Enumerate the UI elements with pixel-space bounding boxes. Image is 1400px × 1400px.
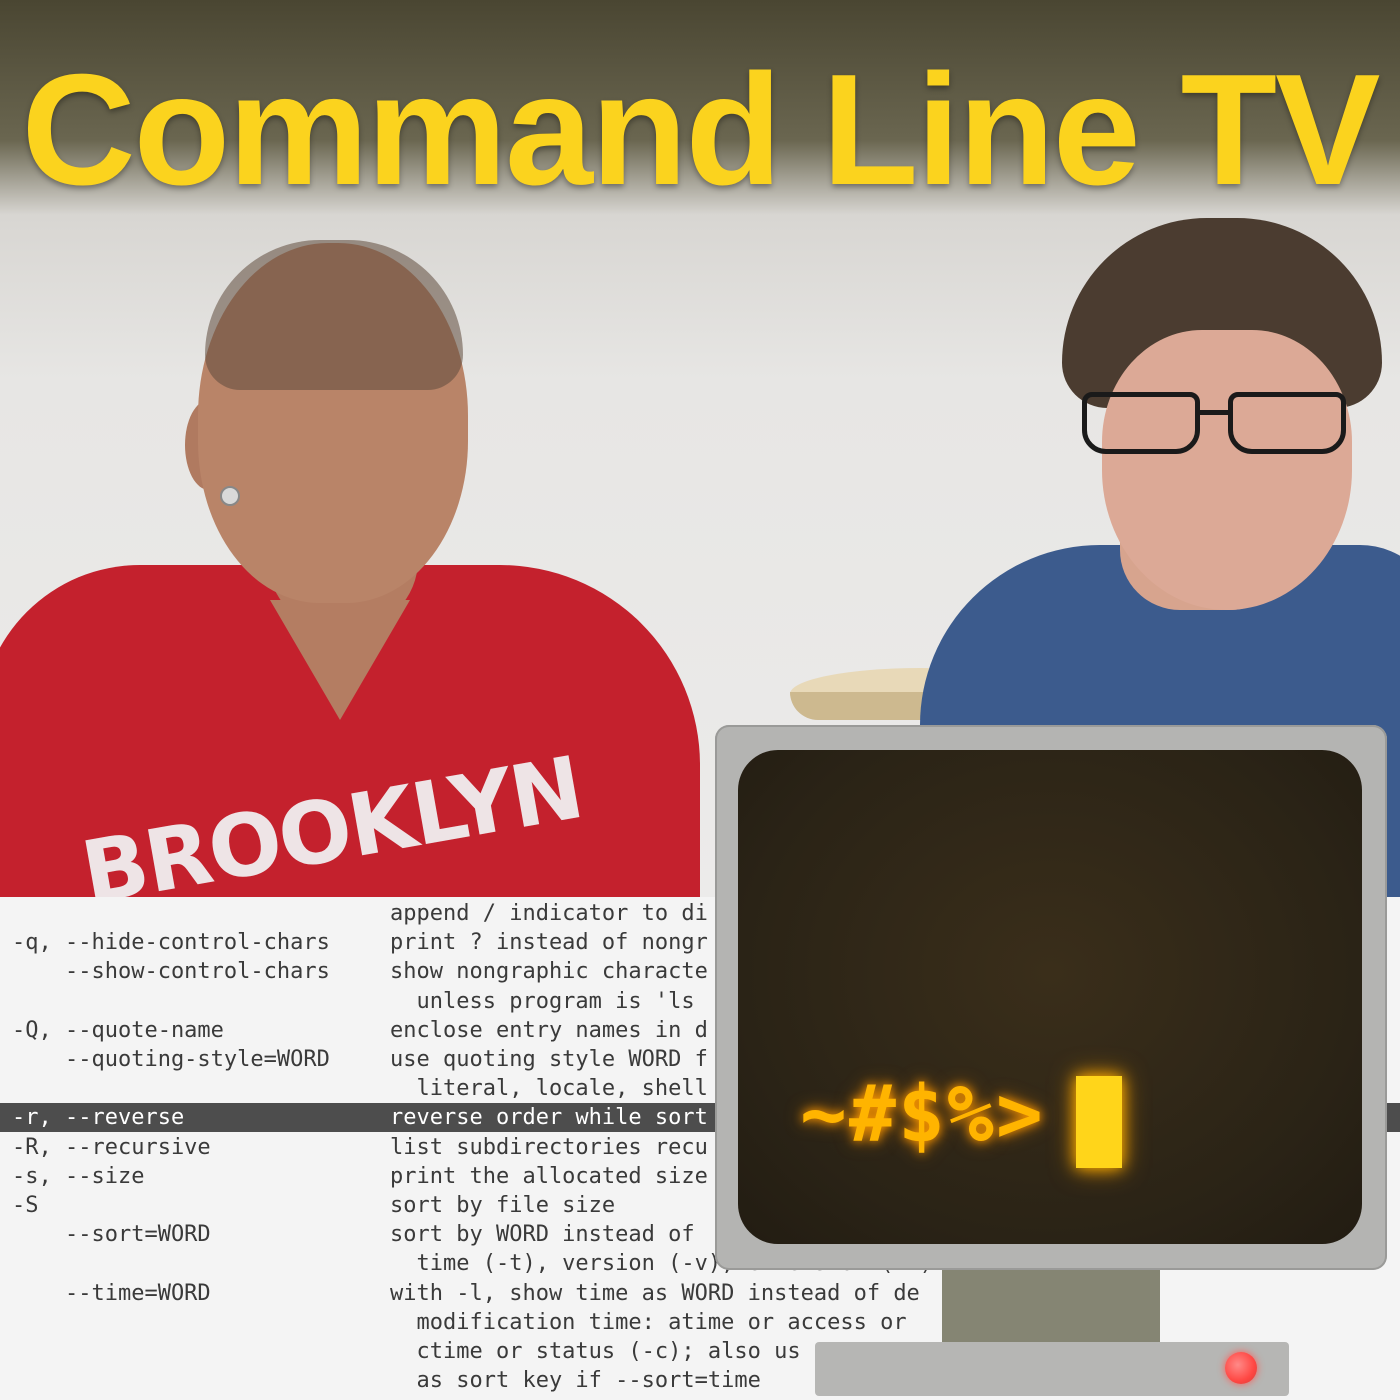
option-description: sort by file size: [390, 1193, 616, 1218]
option-flag: -r, --reverse: [12, 1105, 185, 1131]
option-description: append / indicator to di: [390, 901, 708, 926]
option-description: as sort key if --sort=time: [390, 1368, 761, 1394]
man-page-row: --time=WORD with -l, show time as WORD in…: [0, 1279, 1400, 1308]
option-flag: -s, --size: [12, 1163, 145, 1189]
man-page-row: modification time: atime or access or: [0, 1308, 1400, 1337]
option-flag: --show-control-chars: [12, 959, 330, 985]
option-description: with -l, show time as WORD instead of de: [390, 1280, 920, 1306]
option-flag: --quoting-style=WORD: [12, 1047, 330, 1072]
show-title: Command Line TV: [21, 42, 1381, 218]
power-led-icon: [1225, 1352, 1257, 1384]
option-description: literal, locale, shell: [390, 1076, 708, 1102]
monitor-stand: [942, 1270, 1160, 1345]
option-description: unless program is 'ls: [390, 988, 695, 1014]
option-description: print the allocated size: [390, 1163, 708, 1189]
option-flag: --sort=WORD: [12, 1222, 211, 1248]
glasses-bridge: [1195, 410, 1229, 415]
option-description: use quoting style WORD f: [390, 1047, 708, 1072]
earring: [220, 486, 240, 506]
option-description: ctime or status (-c); also us: [390, 1339, 801, 1364]
terminal-cursor: [1076, 1076, 1122, 1168]
option-flag: -R, --recursive: [12, 1134, 211, 1160]
glasses-lens-left: [1082, 392, 1200, 454]
right-person-face: [1102, 330, 1352, 610]
left-person-hair: [205, 240, 463, 390]
option-description: print ? instead of nongr: [390, 930, 708, 956]
left-person-vneck: [270, 600, 410, 720]
glasses: [1082, 392, 1346, 454]
glasses-lens-right: [1228, 392, 1346, 454]
terminal-prompt: ~#$%>: [800, 1070, 1045, 1160]
option-flag: -q, --hide-control-chars: [12, 930, 330, 956]
option-flag: -S: [12, 1193, 39, 1218]
option-description: list subdirectories recu: [390, 1134, 708, 1160]
option-description: reverse order while sort: [390, 1105, 708, 1131]
option-flag: --time=WORD: [12, 1280, 211, 1306]
option-flag: -Q, --quote-name: [12, 1017, 224, 1043]
option-description: sort by WORD instead of: [390, 1222, 695, 1248]
option-description: enclose entry names in d: [390, 1017, 708, 1043]
option-description: modification time: atime or access or: [390, 1309, 907, 1335]
monitor-base: [815, 1342, 1289, 1396]
option-description: show nongraphic characte: [390, 959, 708, 985]
